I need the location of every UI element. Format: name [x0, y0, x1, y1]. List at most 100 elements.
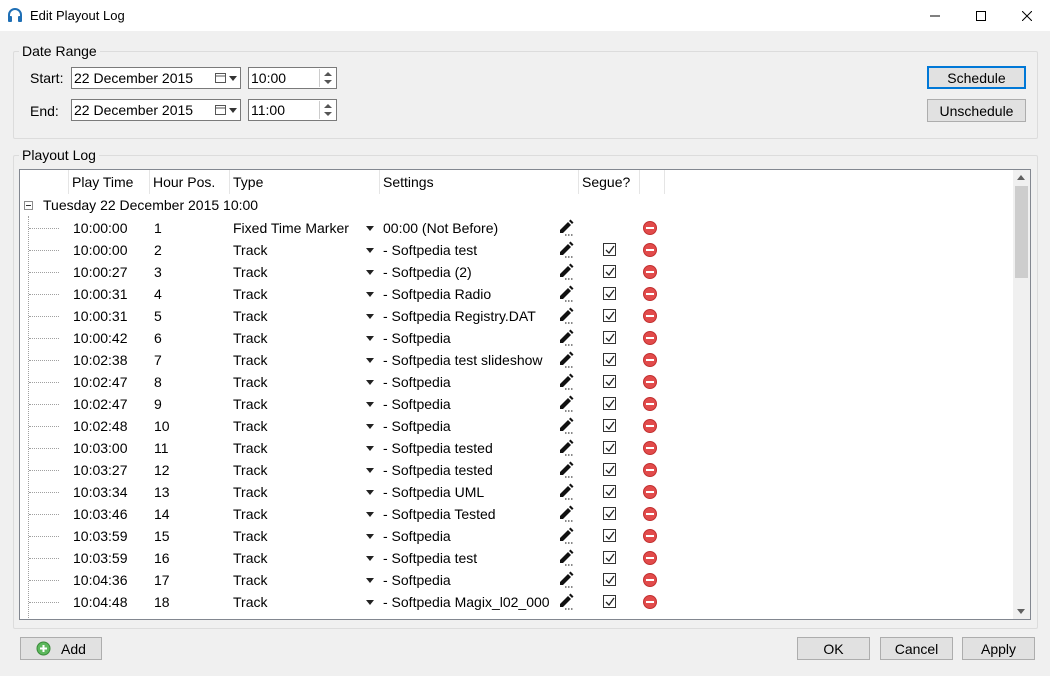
- segue-checkbox[interactable]: [603, 551, 616, 564]
- edit-icon[interactable]: [557, 285, 575, 303]
- segue-checkbox[interactable]: [603, 573, 616, 586]
- table-row[interactable]: 10:00:27 3 Track - Softpedia (2): [20, 261, 1014, 283]
- delete-icon[interactable]: [643, 463, 657, 477]
- delete-icon[interactable]: [643, 419, 657, 433]
- start-time-stepper[interactable]: [319, 69, 335, 87]
- type-cell[interactable]: Track: [233, 330, 267, 346]
- end-time-field[interactable]: 11:00: [248, 99, 337, 121]
- apply-button[interactable]: Apply: [962, 637, 1035, 660]
- chevron-down-icon[interactable]: [366, 490, 374, 495]
- table-row[interactable]: 10:02:47 9 Track - Softpedia: [20, 393, 1014, 415]
- end-time-stepper[interactable]: [319, 101, 335, 119]
- segue-checkbox[interactable]: [603, 463, 616, 476]
- playout-log-grid[interactable]: Play Time Hour Pos. Type Settings Segue?…: [19, 169, 1031, 620]
- type-cell[interactable]: Track: [233, 374, 267, 390]
- end-date-picker[interactable]: 22 December 2015: [71, 99, 241, 121]
- delete-icon[interactable]: [643, 529, 657, 543]
- table-row[interactable]: 10:00:31 4 Track - Softpedia Radio: [20, 283, 1014, 305]
- delete-icon[interactable]: [643, 595, 657, 609]
- delete-icon[interactable]: [643, 441, 657, 455]
- segue-checkbox[interactable]: [603, 309, 616, 322]
- delete-icon[interactable]: [643, 375, 657, 389]
- table-row[interactable]: 10:00:31 5 Track - Softpedia Registry.DAT: [20, 305, 1014, 327]
- chevron-down-icon[interactable]: [366, 226, 374, 231]
- type-cell[interactable]: Track: [233, 308, 267, 324]
- edit-icon[interactable]: [557, 527, 575, 545]
- delete-icon[interactable]: [643, 331, 657, 345]
- type-cell[interactable]: Track: [233, 506, 267, 522]
- type-cell[interactable]: Track: [233, 528, 267, 544]
- delete-icon[interactable]: [643, 507, 657, 521]
- chevron-down-icon[interactable]: [366, 512, 374, 517]
- table-row[interactable]: 10:00:00 2 Track - Softpedia test: [20, 239, 1014, 261]
- edit-icon[interactable]: [557, 417, 575, 435]
- start-time-field[interactable]: 10:00: [248, 67, 337, 89]
- chevron-down-icon[interactable]: [366, 424, 374, 429]
- edit-icon[interactable]: [557, 505, 575, 523]
- start-date-picker[interactable]: 22 December 2015: [71, 67, 241, 89]
- scrollbar-thumb[interactable]: [1015, 186, 1028, 278]
- ok-button[interactable]: OK: [797, 637, 870, 660]
- table-row[interactable]: 10:03:00 11 Track - Softpedia tested: [20, 437, 1014, 459]
- segue-checkbox[interactable]: [603, 441, 616, 454]
- table-row[interactable]: 10:00:42 6 Track - Softpedia: [20, 327, 1014, 349]
- delete-icon[interactable]: [643, 551, 657, 565]
- edit-icon[interactable]: [557, 373, 575, 391]
- type-cell[interactable]: Fixed Time Marker: [233, 220, 349, 236]
- segue-checkbox[interactable]: [603, 243, 616, 256]
- chevron-down-icon[interactable]: [366, 380, 374, 385]
- segue-checkbox[interactable]: [603, 529, 616, 542]
- add-button[interactable]: Add: [20, 637, 102, 660]
- table-row[interactable]: 10:03:46 14 Track - Softpedia Tested: [20, 503, 1014, 525]
- edit-icon[interactable]: [557, 483, 575, 501]
- chevron-down-icon[interactable]: [366, 446, 374, 451]
- chevron-down-icon[interactable]: [366, 402, 374, 407]
- minimize-button[interactable]: [912, 0, 958, 31]
- type-cell[interactable]: Track: [233, 352, 267, 368]
- schedule-button[interactable]: Schedule: [927, 66, 1026, 89]
- table-row[interactable]: 10:03:59 16 Track - Softpedia test: [20, 547, 1014, 569]
- unschedule-button[interactable]: Unschedule: [927, 99, 1026, 122]
- vertical-scrollbar[interactable]: [1013, 170, 1030, 619]
- edit-icon[interactable]: [557, 263, 575, 281]
- type-cell[interactable]: Track: [233, 440, 267, 456]
- close-button[interactable]: [1004, 0, 1050, 31]
- edit-icon[interactable]: [557, 307, 575, 325]
- segue-checkbox[interactable]: [603, 397, 616, 410]
- segue-checkbox[interactable]: [603, 265, 616, 278]
- segue-checkbox[interactable]: [603, 353, 616, 366]
- chevron-down-icon[interactable]: [366, 578, 374, 583]
- chevron-down-icon[interactable]: [366, 248, 374, 253]
- type-cell[interactable]: Track: [233, 264, 267, 280]
- table-row[interactable]: 10:03:27 12 Track - Softpedia tested: [20, 459, 1014, 481]
- segue-checkbox[interactable]: [603, 287, 616, 300]
- type-cell[interactable]: Track: [233, 572, 267, 588]
- column-header-hour-pos[interactable]: Hour Pos.: [150, 170, 230, 194]
- edit-icon[interactable]: [557, 571, 575, 589]
- segue-checkbox[interactable]: [603, 507, 616, 520]
- chevron-down-icon[interactable]: [366, 314, 374, 319]
- segue-checkbox[interactable]: [603, 485, 616, 498]
- type-cell[interactable]: Track: [233, 242, 267, 258]
- type-cell[interactable]: Track: [233, 462, 267, 478]
- edit-icon[interactable]: [557, 461, 575, 479]
- delete-icon[interactable]: [643, 309, 657, 323]
- chevron-down-icon[interactable]: [366, 600, 374, 605]
- table-row[interactable]: 10:04:36 17 Track - Softpedia: [20, 569, 1014, 591]
- delete-icon[interactable]: [643, 397, 657, 411]
- delete-icon[interactable]: [643, 485, 657, 499]
- edit-icon[interactable]: [557, 395, 575, 413]
- chevron-down-icon[interactable]: [366, 336, 374, 341]
- delete-icon[interactable]: [643, 353, 657, 367]
- chevron-down-icon[interactable]: [366, 534, 374, 539]
- collapse-icon[interactable]: [24, 201, 33, 210]
- delete-icon[interactable]: [643, 243, 657, 257]
- chevron-down-icon[interactable]: [366, 468, 374, 473]
- column-header-type[interactable]: Type: [230, 170, 380, 194]
- table-row[interactable]: 10:02:38 7 Track - Softpedia test slideshow: [20, 349, 1014, 371]
- table-row[interactable]: 10:03:59 15 Track - Softpedia: [20, 525, 1014, 547]
- chevron-down-icon[interactable]: [366, 358, 374, 363]
- chevron-down-icon[interactable]: [366, 556, 374, 561]
- type-cell[interactable]: Track: [233, 550, 267, 566]
- chevron-down-icon[interactable]: [366, 270, 374, 275]
